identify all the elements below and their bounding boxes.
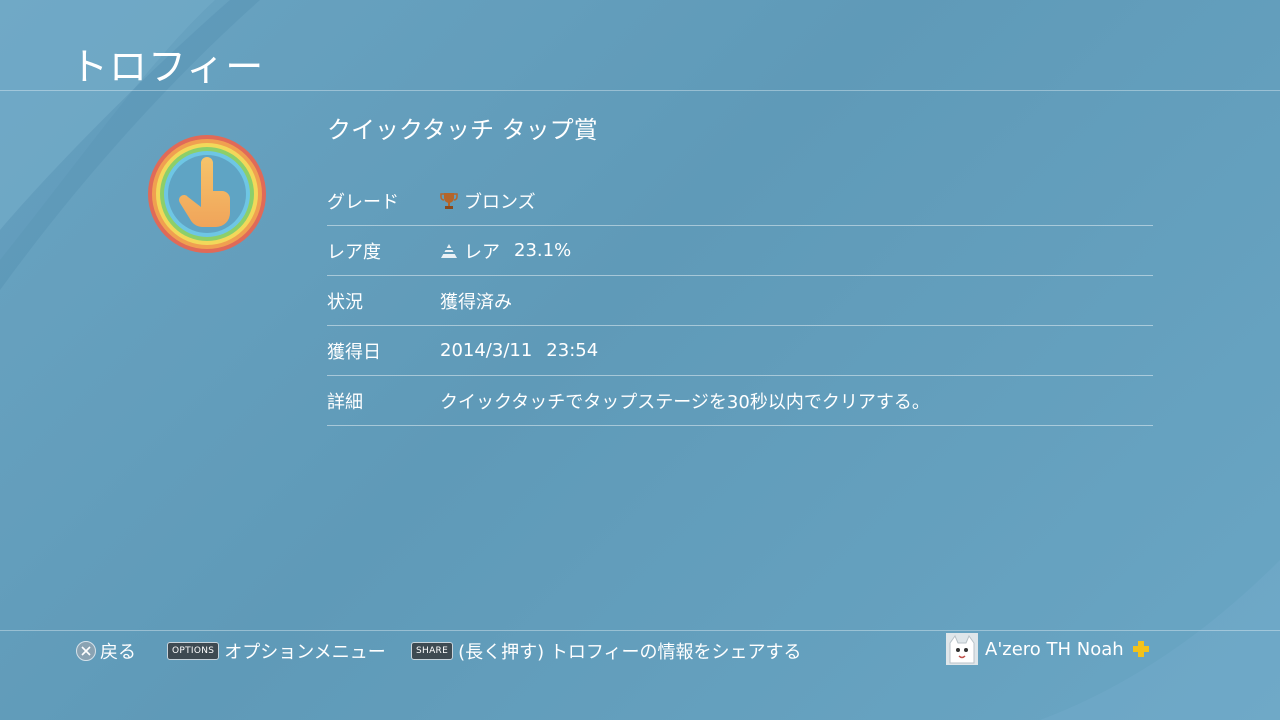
user-name: A'zero TH Noah bbox=[985, 638, 1124, 660]
page-title: トロフィー bbox=[70, 45, 265, 89]
rarity-value: レア bbox=[464, 241, 500, 263]
options-key-icon: OPTIONS bbox=[167, 642, 220, 660]
status-label: 状況 bbox=[327, 291, 363, 313]
toro-cat-avatar bbox=[946, 633, 978, 665]
grade-label: グレード bbox=[327, 191, 399, 213]
grade-value: ブロンズ bbox=[464, 191, 536, 213]
back-button[interactable]: 戻る bbox=[76, 638, 136, 664]
options-menu-button[interactable]: OPTIONS オプションメニュー bbox=[167, 638, 386, 664]
options-label: オプションメニュー bbox=[224, 642, 386, 663]
header-divider bbox=[0, 90, 1280, 91]
description-value: クイックタッチでタップステージを30秒以内でクリアする。 bbox=[440, 391, 930, 413]
rarity-row: レア度 レア 23.1% bbox=[327, 226, 1153, 276]
status-row: 状況 獲得済み bbox=[327, 276, 1153, 326]
share-button[interactable]: SHARE (長く押す) トロフィーの情報をシェアする bbox=[411, 638, 801, 664]
pointing-hand-rainbow-icon bbox=[148, 135, 266, 253]
description-row: 詳細 クイックタッチでタップステージを30秒以内でクリアする。 bbox=[327, 376, 1153, 426]
back-label: 戻る bbox=[100, 642, 136, 663]
footer-bar: 戻る OPTIONS オプションメニュー SHARE (長く押す) トロフィーの… bbox=[0, 630, 1280, 670]
status-value: 獲得済み bbox=[440, 291, 512, 313]
earned-date-value: 2014/3/11 bbox=[440, 340, 533, 361]
earned-date-row: 獲得日 2014/3/11 23:54 bbox=[327, 326, 1153, 376]
rarity-pyramid-icon bbox=[441, 243, 457, 258]
earned-time-value: 23:54 bbox=[546, 340, 599, 361]
earned-date-label: 獲得日 bbox=[327, 341, 381, 363]
cross-button-icon bbox=[76, 641, 96, 661]
playstation-plus-icon bbox=[1132, 641, 1149, 657]
rarity-percent: 23.1% bbox=[514, 240, 572, 261]
bronze-trophy-icon bbox=[440, 192, 458, 209]
trophy-details: グレード ブロンズ レア度 レア 23.1% 状況 獲得済み 獲得日 2014/… bbox=[327, 176, 1153, 426]
rarity-label: レア度 bbox=[327, 241, 381, 263]
user-profile[interactable]: A'zero TH Noah bbox=[946, 633, 1150, 665]
share-label: (長く押す) トロフィーの情報をシェアする bbox=[458, 642, 802, 663]
share-key-icon: SHARE bbox=[411, 642, 454, 660]
description-label: 詳細 bbox=[327, 391, 363, 413]
grade-row: グレード ブロンズ bbox=[327, 176, 1153, 226]
trophy-name: クイックタッチ タップ賞 bbox=[327, 116, 598, 144]
